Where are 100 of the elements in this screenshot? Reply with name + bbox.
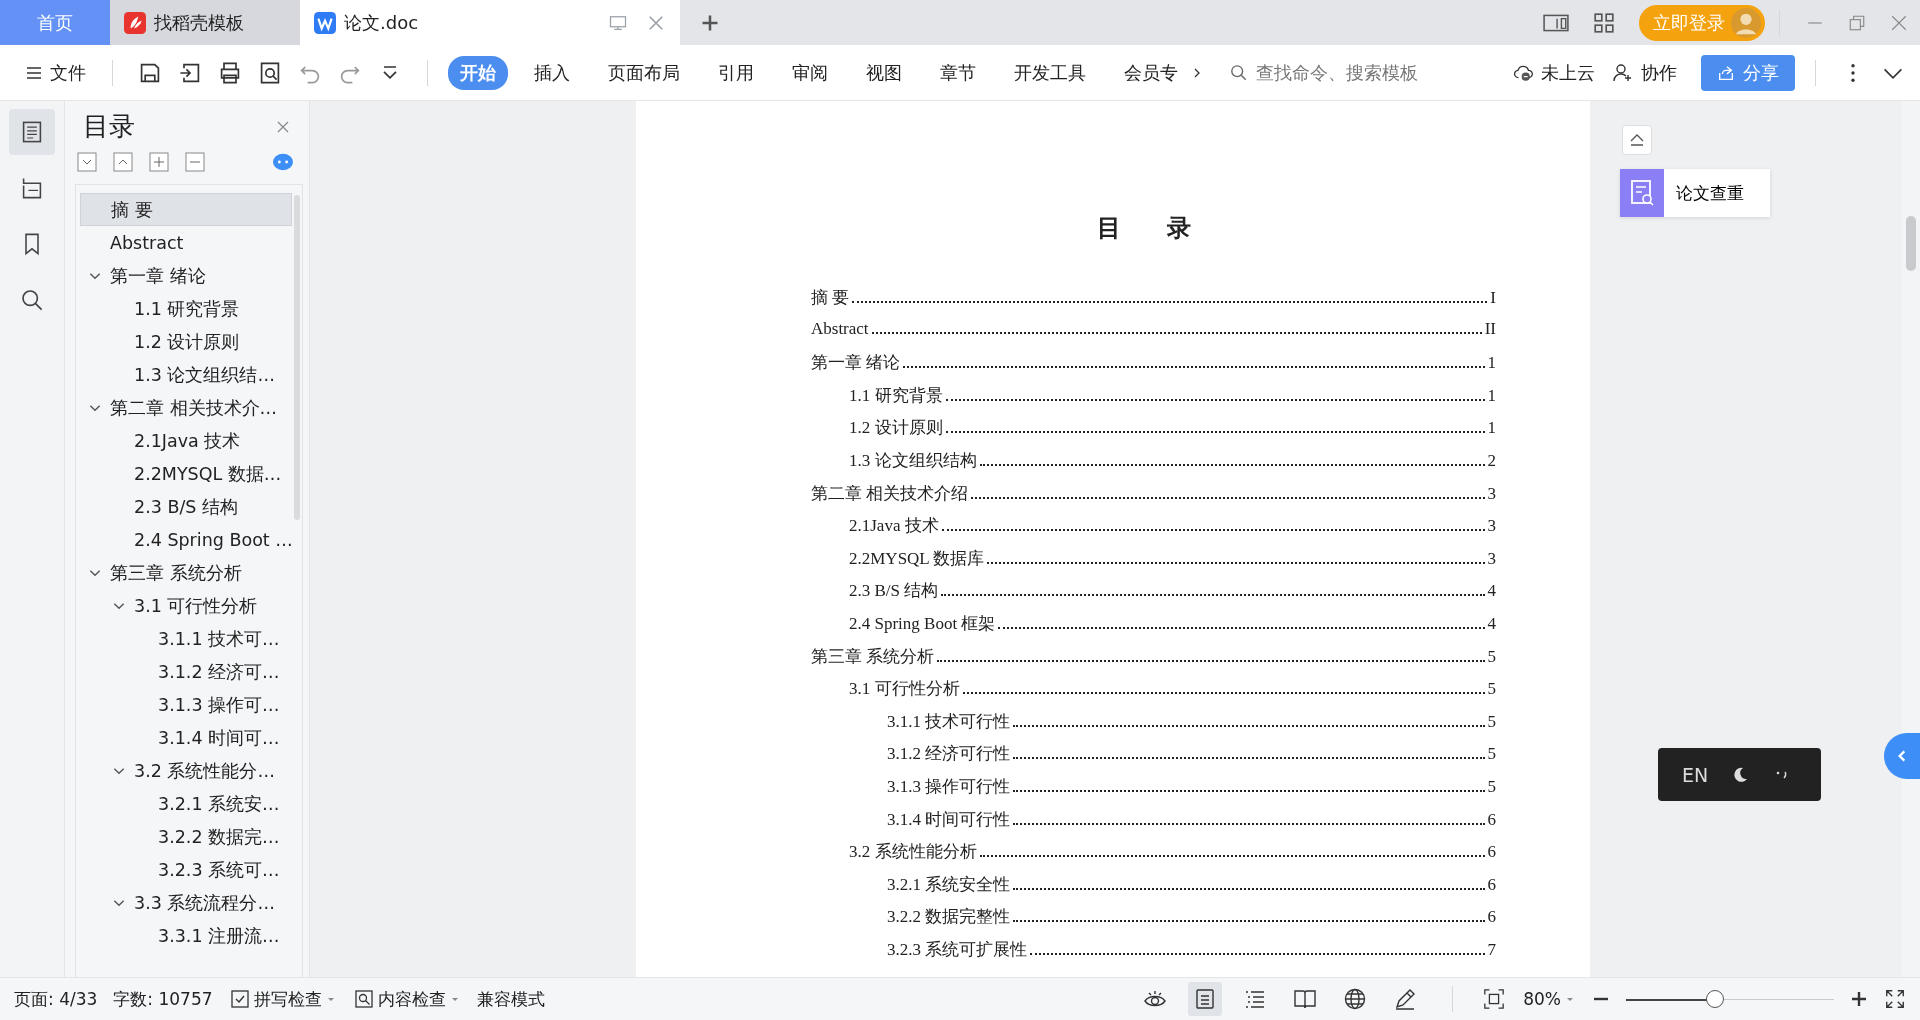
page-count[interactable]: 页面: 4/33 bbox=[14, 987, 98, 1011]
outline-item[interactable]: Abstract bbox=[80, 226, 292, 259]
toc-entry: 第三章 系统分析 bbox=[811, 645, 935, 668]
outline-item[interactable]: 第三章 系统分析 bbox=[80, 556, 292, 589]
outline-icon[interactable] bbox=[9, 109, 55, 155]
toc-entry: 3.1.4 时间可行性 bbox=[887, 808, 1011, 831]
outline-item[interactable]: 3.1.3 操作可… bbox=[80, 688, 292, 721]
outline-item[interactable]: 3.1.1 技术可… bbox=[80, 622, 292, 655]
grid-icon[interactable] bbox=[1591, 11, 1617, 34]
collapse-panel-icon[interactable] bbox=[1622, 125, 1652, 155]
toc-entry: 1.2 设计原则 bbox=[849, 417, 943, 440]
scrollbar-thumb[interactable] bbox=[1906, 216, 1916, 271]
toc-entry: 2.3 B/S 结构 bbox=[849, 580, 939, 603]
close-icon[interactable] bbox=[1890, 13, 1908, 32]
page-number: 5 bbox=[1487, 776, 1496, 797]
outline-item[interactable]: 3.3 系统流程分… bbox=[80, 886, 292, 919]
outline-item[interactable]: 3.3.1 注册流… bbox=[80, 919, 292, 952]
toc-entry: 2.1Java 技术 bbox=[849, 515, 939, 538]
check-box-icon bbox=[230, 990, 249, 1008]
page-number: 3 bbox=[1487, 548, 1496, 569]
outline-item[interactable]: 3.1.2 经济可… bbox=[80, 655, 292, 688]
restore-icon[interactable] bbox=[1848, 13, 1866, 32]
page-number: 5 bbox=[1487, 744, 1496, 765]
outline-item[interactable]: 3.1 可行性分析 bbox=[80, 589, 292, 622]
zoom-slider[interactable] bbox=[1626, 988, 1834, 1010]
search-icon bbox=[1230, 63, 1248, 82]
outline-item[interactable]: 3.2.2 数据完… bbox=[80, 820, 292, 853]
toc-entry: 1.3 论文组织结构 bbox=[849, 449, 977, 472]
document-logo-icon bbox=[314, 11, 336, 34]
assistant-icon[interactable] bbox=[273, 152, 293, 172]
page-number: 3 bbox=[1487, 483, 1496, 504]
page-number: 1 bbox=[1487, 385, 1496, 406]
add-user-icon bbox=[1613, 62, 1633, 83]
cloud-status-button[interactable]: 未上云 bbox=[1507, 56, 1601, 89]
zoom-in-icon[interactable] bbox=[1850, 990, 1868, 1008]
toc-entry: 2.2MYSQL 数据库 bbox=[849, 547, 985, 570]
outline-item[interactable]: 3.2 系统性能分… bbox=[80, 754, 292, 787]
page-number: 2 bbox=[1487, 450, 1496, 471]
outline-item[interactable]: 1.2 设计原则 bbox=[80, 325, 292, 358]
page-number: 3 bbox=[1487, 516, 1496, 537]
outline-item[interactable]: 第一章 绪论 bbox=[80, 259, 292, 292]
input-method-bar[interactable]: EN bbox=[1658, 748, 1821, 801]
avatar-icon bbox=[1731, 7, 1761, 38]
toc-entry: 第一章 绪论 bbox=[811, 352, 901, 375]
page-number: 5 bbox=[1487, 679, 1496, 700]
content-check-button[interactable]: 内容检查 bbox=[352, 985, 461, 1013]
ribbon-tab[interactable]: 引用 bbox=[706, 55, 766, 90]
outline-item[interactable]: 2.3 B/S 结构 bbox=[80, 490, 292, 523]
tab[interactable]: 论文.doc bbox=[300, 0, 680, 45]
tab[interactable]: 找稻壳模板 bbox=[110, 0, 300, 45]
page-number: 6 bbox=[1487, 907, 1496, 928]
ribbon-tab[interactable]: 审阅 bbox=[780, 55, 840, 90]
outline-item[interactable]: 2.4 Spring Boot … bbox=[80, 523, 292, 556]
ribbon-tab[interactable]: 插入 bbox=[522, 55, 582, 90]
print-icon[interactable] bbox=[218, 60, 242, 85]
outline-item[interactable]: 3.1.4 时间可… bbox=[80, 721, 292, 754]
zoom-dropdown[interactable]: 80% bbox=[1521, 987, 1576, 1011]
page-number: 1 bbox=[1487, 353, 1496, 374]
page-number: 1 bbox=[1487, 418, 1496, 439]
outline-item[interactable]: 3.2.3 系统可… bbox=[80, 853, 292, 886]
search-field[interactable]: 查找命令、搜索模板 bbox=[1230, 61, 1438, 84]
plagiarism-check-button[interactable]: 论文查重 bbox=[1620, 169, 1770, 217]
page-number: 6 bbox=[1487, 809, 1496, 830]
toc-entry: 3.1.2 经济可行性 bbox=[887, 743, 1011, 766]
ribbon-tab[interactable]: 开发工具 bbox=[1002, 55, 1098, 90]
toc-entry: 3.2.3 系统可扩展性 bbox=[887, 938, 1028, 961]
toc-entry: 3.1.3 操作可行性 bbox=[887, 775, 1011, 798]
expand-panel-icon[interactable] bbox=[1884, 733, 1920, 779]
outline-item[interactable]: 1.1 研究背景 bbox=[80, 292, 292, 325]
outline-item[interactable]: 2.2MYSQL 数据… bbox=[80, 457, 292, 490]
ribbon-tab[interactable]: 会员专 bbox=[1112, 55, 1190, 90]
file-menu[interactable]: 文件 bbox=[20, 56, 92, 89]
page-number: 7 bbox=[1487, 939, 1496, 960]
fullscreen-icon[interactable] bbox=[1884, 988, 1906, 1010]
ribbon-tab[interactable]: 页面布局 bbox=[596, 55, 692, 90]
page-number: 6 bbox=[1487, 842, 1496, 863]
page-number: 6 bbox=[1487, 874, 1496, 895]
panel-title: 目录 bbox=[83, 110, 135, 143]
outline-item[interactable]: 2.1Java 技术 bbox=[80, 424, 292, 457]
toc-entry: 3.2 系统性能分析 bbox=[849, 841, 977, 864]
toc-entry: 摘 要 bbox=[811, 287, 850, 309]
ribbon-tab[interactable]: 章节 bbox=[928, 55, 988, 90]
spell-check-button[interactable]: 拼写检查 bbox=[228, 985, 337, 1013]
outline-item[interactable]: 摘 要 bbox=[80, 193, 292, 226]
compatibility-mode-label: 兼容模式 bbox=[476, 987, 545, 1011]
document-check-icon bbox=[1620, 169, 1664, 217]
word-count[interactable]: 字数: 10757 bbox=[113, 987, 213, 1011]
fit-page-icon[interactable] bbox=[1483, 988, 1506, 1010]
ribbon-tab[interactable]: 视图 bbox=[854, 55, 914, 90]
page-view-icon[interactable] bbox=[1188, 982, 1223, 1016]
document-search-icon bbox=[354, 990, 373, 1008]
toc-entry: 2.4 Spring Boot 框架 bbox=[849, 612, 996, 635]
outline-item[interactable]: 第二章 相关技术介… bbox=[80, 391, 292, 424]
outline-item[interactable]: 1.3 论文组织结… bbox=[80, 358, 292, 391]
scrollbar-thumb[interactable] bbox=[294, 195, 300, 520]
page-number: 4 bbox=[1487, 581, 1496, 602]
collaborate-button[interactable]: 协作 bbox=[1607, 56, 1683, 89]
outline-item[interactable]: 3.2.1 系统安… bbox=[80, 787, 292, 820]
print-preview-icon[interactable] bbox=[258, 60, 282, 85]
page-number: 5 bbox=[1487, 646, 1496, 667]
